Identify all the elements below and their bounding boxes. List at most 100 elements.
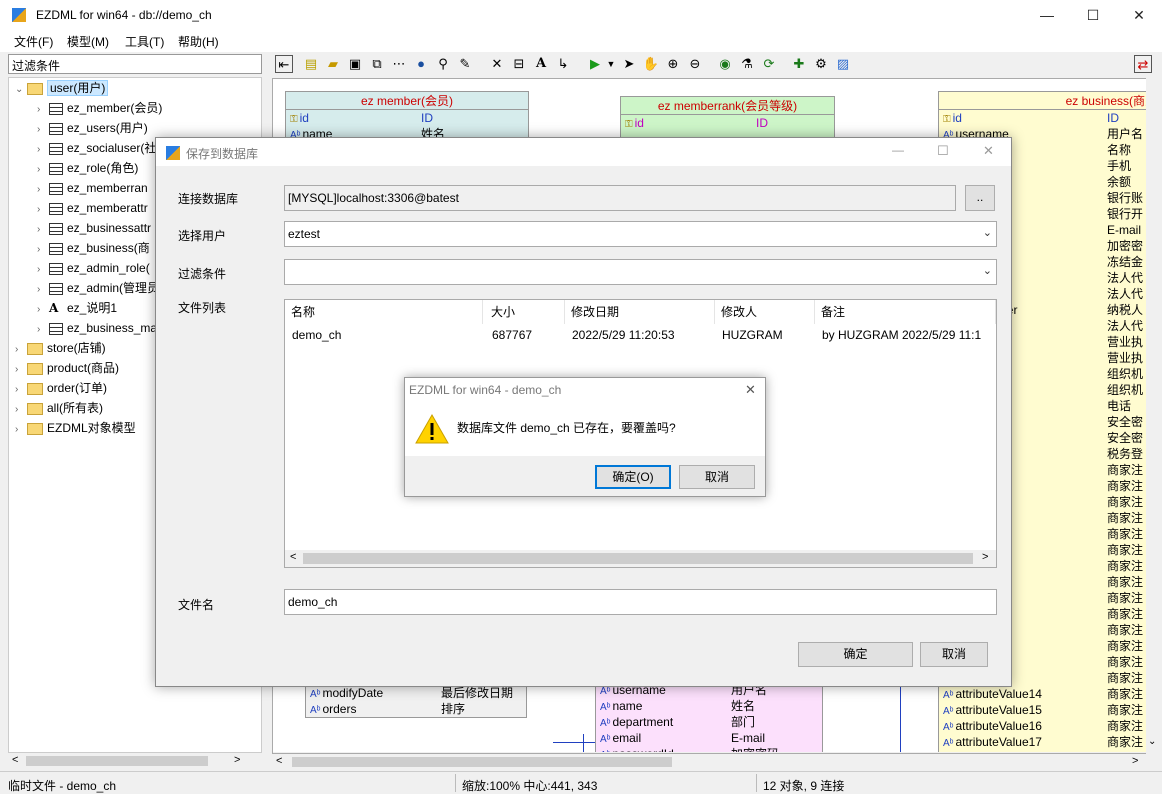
list-item[interactable]: Aᵇ attributeValue17 商家注 [939,734,1155,750]
chevron-right-icon[interactable]: › [37,120,49,140]
tree-item[interactable]: › ez_admin_role( [37,258,150,278]
tree-item[interactable]: › order(订单) [15,378,107,398]
tree-item[interactable]: › all(所有表) [15,398,103,418]
filter-select[interactable]: ⌄ [284,259,997,285]
column-header-size[interactable]: 大小 [485,300,565,324]
menu-tools[interactable]: 工具(T) [125,33,164,50]
list-item[interactable]: ⚿ id ID [939,110,1155,126]
list-item[interactable]: Aᵇ attributeValue15 商家注 [939,702,1155,718]
scroll-left-icon[interactable]: < [290,551,296,563]
cancel-button[interactable]: 取消 [920,642,988,667]
table-row[interactable]: demo_ch 687767 2022/5/29 11:20:53 HUZGRA… [285,324,996,344]
canvas-horizontal-scrollbar[interactable]: < > [272,754,1146,770]
list-item[interactable]: ⚿ id ID [621,115,834,131]
scroll-left-icon[interactable]: < [276,755,282,767]
canvas-vertical-scrollbar[interactable]: ⌄ [1146,78,1160,754]
column-header-user[interactable]: 修改人 [715,300,815,324]
chevron-right-icon[interactable]: › [15,360,27,380]
list-item[interactable]: Aᵇ attributeValue14 商家注 [939,686,1155,702]
switch-icon[interactable]: ⇄ [1134,55,1152,73]
link-icon[interactable]: ↳ [554,55,572,73]
text-icon[interactable]: A [532,55,550,73]
maximize-button[interactable]: ☐ [1070,0,1116,30]
tree-item[interactable]: › ez_users(用户) [37,118,148,138]
column-header-name[interactable]: 名称 [285,300,483,324]
dialog-minimize-button[interactable]: — [892,143,904,157]
scroll-thumb[interactable] [26,756,208,766]
chevron-right-icon[interactable]: › [37,180,49,200]
close-button[interactable]: ✕ [1116,0,1162,30]
refresh-icon[interactable]: ⟳ [760,55,778,73]
scroll-thumb[interactable] [292,757,672,767]
tree-item[interactable]: › Aez_说明1 [37,298,117,318]
tree-item[interactable]: › ez_socialuser(社 [37,138,156,158]
save-icon[interactable]: ▣ [346,55,364,73]
minimize-button[interactable]: — [1024,0,1070,30]
tree-item[interactable]: › ez_businessattr [37,218,151,238]
open-icon[interactable]: ▰ [324,55,342,73]
ok-button[interactable]: 确定 [798,642,913,667]
list-item[interactable]: Aᵇ orders 排序 [306,701,526,717]
pen-icon[interactable]: ✎ [456,55,474,73]
tree-item[interactable]: › ez_business_ma [37,318,157,338]
delete-icon[interactable]: ✕ [488,55,506,73]
run-dropdown-icon[interactable]: ▼ [602,55,620,73]
add-field-icon[interactable]: ✚ [790,55,808,73]
list-item[interactable]: Aᵇ attributeValue16 商家注 [939,718,1155,734]
chevron-right-icon[interactable]: › [15,380,27,400]
chevron-right-icon[interactable]: › [37,280,49,300]
menu-model[interactable]: 模型(M) [67,33,109,50]
export-icon[interactable]: ⚗ [738,55,756,73]
filename-input[interactable]: demo_ch [284,589,997,615]
zoom-in-icon[interactable]: ⊕ [664,55,682,73]
scroll-right-icon[interactable]: > [234,754,240,766]
list-item[interactable]: ⚿ id ID [286,110,528,126]
scroll-right-icon[interactable]: > [1132,755,1138,767]
tree-item[interactable]: › store(店铺) [15,338,106,358]
back-icon[interactable]: ⇤ [275,55,293,73]
hand-icon[interactable]: ✋ [642,55,660,73]
scroll-down-icon[interactable]: ⌄ [1148,736,1156,747]
tree-item[interactable]: › product(商品) [15,358,119,378]
menu-help[interactable]: 帮助(H) [178,33,219,50]
tree-filter-input[interactable]: 过滤条件 [8,54,262,74]
scroll-right-icon[interactable]: > [982,551,988,563]
dialog-close-button[interactable]: ✕ [983,143,994,159]
tree-item[interactable]: › ez_admin(管理员 [37,278,159,298]
scroll-left-icon[interactable]: < [12,754,18,766]
copy-icon[interactable]: ⧉ [368,55,386,73]
column-header-date[interactable]: 修改日期 [565,300,715,324]
tree-item[interactable]: › ez_memberattr [37,198,148,218]
table-icon[interactable]: ⊟ [510,55,528,73]
list-item[interactable]: Aᵇ department 部门 [596,714,822,730]
zoom-out-icon[interactable]: ⊖ [686,55,704,73]
user-select[interactable]: eztest ⌄ [284,221,997,247]
chevron-right-icon[interactable]: › [37,320,49,340]
eye-icon[interactable]: ◉ [716,55,734,73]
message-ok-button[interactable]: 确定(O) [595,465,671,489]
tree-item[interactable]: › ez_role(角色) [37,158,138,178]
tree-item[interactable]: ⌄ user(用户) [15,78,109,100]
tree-item[interactable]: › EZDML对象模型 [15,418,136,438]
chevron-right-icon[interactable]: › [15,340,27,360]
tree-item[interactable]: › ez_business(商 [37,238,150,258]
pointer-icon[interactable]: ➤ [620,55,638,73]
menu-file[interactable]: 文件(F) [14,33,53,50]
chevron-right-icon[interactable]: › [37,240,49,260]
image-icon[interactable]: ▨ [834,55,852,73]
tree-item[interactable]: › ez_memberran [37,178,148,198]
entity-admin[interactable]: Aᵇ username 用户名 Aᵇ name 姓名 Aᵇ department 部门 Aᵇ ema… [595,682,823,753]
properties-icon[interactable]: ⚙ [812,55,830,73]
new-icon[interactable]: ▤ [302,55,320,73]
chevron-right-icon[interactable]: › [37,160,49,180]
tree-item[interactable]: › ez_member(会员) [37,98,162,118]
chevron-right-icon[interactable]: › [15,400,27,420]
message-cancel-button[interactable]: 取消 [679,465,755,489]
chevron-down-icon[interactable]: ⌄ [15,80,27,100]
list-item[interactable]: Aᵇ name 姓名 [596,698,822,714]
chevron-right-icon[interactable]: › [37,220,49,240]
find-icon[interactable]: ⚲ [434,55,452,73]
list-item[interactable]: Aᵇ email E-mail [596,730,822,746]
browse-db-button[interactable]: .. [965,185,995,211]
chevron-right-icon[interactable]: › [37,140,49,160]
